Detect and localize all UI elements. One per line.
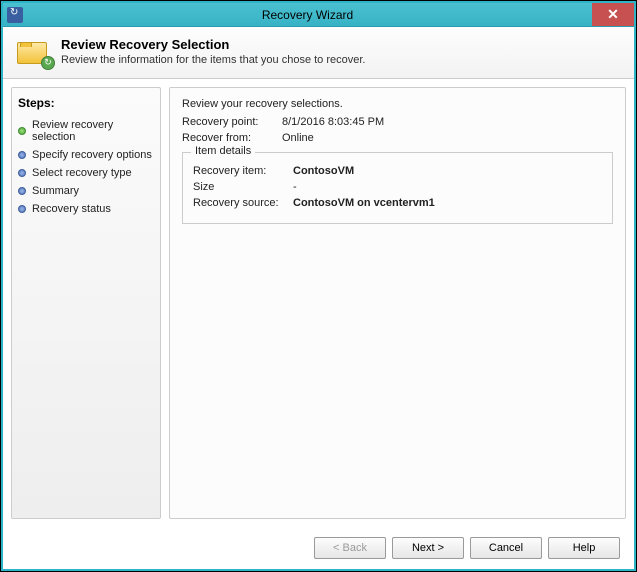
back-button[interactable]: < Back <box>314 537 386 559</box>
steps-sidebar: Steps: Review recovery selection Specify… <box>11 87 161 519</box>
next-button[interactable]: Next > <box>392 537 464 559</box>
recovery-folder-icon: ↻ <box>17 38 51 66</box>
item-details-legend: Item details <box>191 145 255 157</box>
step-recovery-status[interactable]: Recovery status <box>18 200 154 218</box>
window-title: Recovery Wizard <box>23 8 592 22</box>
step-pending-icon <box>18 169 26 177</box>
recovery-source-row: Recovery source: ContosoVM on vcentervm1 <box>193 197 602 209</box>
step-label: Review recovery selection <box>32 119 154 143</box>
recover-from-row: Recover from: Online <box>182 132 613 144</box>
page-subtitle: Review the information for the items tha… <box>61 54 365 66</box>
recovery-item-value: ContosoVM <box>293 165 354 177</box>
recovery-point-row: Recovery point: 8/1/2016 8:03:45 PM <box>182 116 613 128</box>
page-title: Review Recovery Selection <box>61 37 365 52</box>
step-label: Recovery status <box>32 203 111 215</box>
recover-from-label: Recover from: <box>182 132 282 144</box>
recovery-item-row: Recovery item: ContosoVM <box>193 165 602 177</box>
size-label: Size <box>193 181 293 193</box>
recovery-source-label: Recovery source: <box>193 197 293 209</box>
recovery-point-label: Recovery point: <box>182 116 282 128</box>
size-row: Size - <box>193 181 602 193</box>
recovery-source-value: ContosoVM on vcentervm1 <box>293 197 435 209</box>
step-pending-icon <box>18 205 26 213</box>
wizard-header: ↻ Review Recovery Selection Review the i… <box>3 27 634 79</box>
step-current-icon <box>18 127 26 135</box>
recover-from-value: Online <box>282 132 314 144</box>
recovery-point-value: 8/1/2016 8:03:45 PM <box>282 116 384 128</box>
steps-heading: Steps: <box>18 96 154 110</box>
step-select-recovery-type[interactable]: Select recovery type <box>18 164 154 182</box>
wizard-body: Steps: Review recovery selection Specify… <box>3 79 634 527</box>
step-label: Specify recovery options <box>32 149 152 161</box>
step-pending-icon <box>18 187 26 195</box>
step-label: Summary <box>32 185 79 197</box>
content-panel: Review your recovery selections. Recover… <box>169 87 626 519</box>
step-review-recovery-selection[interactable]: Review recovery selection <box>18 116 154 146</box>
help-button[interactable]: Help <box>548 537 620 559</box>
step-pending-icon <box>18 151 26 159</box>
step-specify-recovery-options[interactable]: Specify recovery options <box>18 146 154 164</box>
item-details-group: Item details Recovery item: ContosoVM Si… <box>182 152 613 224</box>
titlebar[interactable]: Recovery Wizard ✕ <box>3 3 634 27</box>
close-button[interactable]: ✕ <box>592 3 634 26</box>
app-icon <box>7 7 23 23</box>
step-label: Select recovery type <box>32 167 132 179</box>
wizard-footer: < Back Next > Cancel Help <box>3 527 634 569</box>
step-summary[interactable]: Summary <box>18 182 154 200</box>
intro-text: Review your recovery selections. <box>182 98 613 110</box>
recovery-item-label: Recovery item: <box>193 165 293 177</box>
close-icon: ✕ <box>607 6 619 23</box>
size-value: - <box>293 181 297 193</box>
window-frame: Recovery Wizard ✕ ↻ Review Recovery Sele… <box>1 1 636 571</box>
cancel-button[interactable]: Cancel <box>470 537 542 559</box>
